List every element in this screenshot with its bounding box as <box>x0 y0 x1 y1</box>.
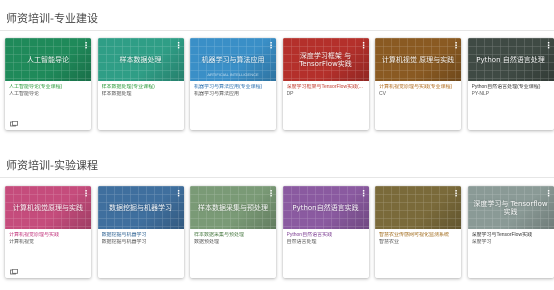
course-name[interactable]: Python自然语言处理(专业课程) <box>472 84 550 90</box>
course-subtitle: 机器学习与算法应用 <box>194 91 240 97</box>
thumbnail-title: 深度学习与 Tensorflow实践 <box>473 199 548 216</box>
course-card-body: 样本数据处理(专业课程) 样本数据处理 <box>98 81 184 118</box>
course-name[interactable]: 智慧农业传感网可视化监测系统 <box>379 232 457 238</box>
course-card-body: 机器学习与算法应用(专业课程) 机器学习与算法应用 <box>190 81 276 118</box>
course-card[interactable]: 计算机视觉 原理与实践 ⋮ 计算机视觉原理与实践(专业课程) CV <box>375 38 461 130</box>
course-thumbnail[interactable]: 深度学习与 Tensorflow实践 ⋮ <box>467 186 554 229</box>
course-card-body: 深度学习框架与TensorFlow实践(... DP <box>283 81 369 118</box>
course-name[interactable]: 数据挖掘与机器学习 <box>102 232 180 238</box>
course-card-body: 人工智能导论(专业课程) 人工智能导论 <box>5 81 91 118</box>
course-subtitle: CV <box>379 91 386 97</box>
course-name[interactable]: 深度学习与TensorFlow实践 <box>472 232 550 238</box>
course-name[interactable]: 样本数据采集与预处理 <box>194 232 272 238</box>
course-card[interactable]: Python自然语言实践 ⋮ Python自然语言实践 自然语言处理 <box>282 186 369 278</box>
course-card-body: Python自然语言处理(专业课程) PY-NLP <box>468 81 554 118</box>
course-thumbnail[interactable]: 数据挖掘与机器学习 ⋮ <box>97 186 184 229</box>
course-card[interactable]: 深度学习与 Tensorflow实践 ⋮ 深度学习与TensorFlow实践 深度学习 <box>467 186 554 278</box>
course-name[interactable]: 深度学习框架与TensorFlow实践(... <box>287 84 365 90</box>
course-subtitle: DP <box>286 91 294 97</box>
section-title-experiment: 师资培训-实验课程 <box>6 159 98 172</box>
course-subtitle: 样本数据处理 <box>101 91 132 97</box>
course-thumbnail[interactable]: 机器学习与算法应用 ARTIFICIAL INTELLIGENCE ⋮ <box>190 38 276 81</box>
course-card[interactable]: 计算机视觉原理与实践 ⋮ 计算机视觉原理与实践 计算机视觉 <box>5 186 91 278</box>
course-subtitle: 数据挖掘与机器学习 <box>101 239 147 245</box>
course-name[interactable]: Python自然语言实践 <box>287 232 365 238</box>
more-vert-icon[interactable]: ⋮ <box>267 189 275 199</box>
thumbnail-title: 样本数据采集与预处理 <box>198 203 268 212</box>
folder-icon[interactable] <box>10 121 18 127</box>
section-title-professional: 师资培训-专业建设 <box>6 12 98 25</box>
course-card[interactable]: 数据挖掘与机器学习 ⋮ 数据挖掘与机器学习 数据挖掘与机器学习 <box>97 186 184 278</box>
thumbnail-title: Python 自然语言处理 <box>476 55 545 64</box>
more-vert-icon[interactable]: ⋮ <box>545 41 553 51</box>
course-name[interactable]: 人工智能导论(专业课程) <box>9 84 87 90</box>
course-subtitle: PY-NLP <box>471 91 490 97</box>
course-card-body: 数据挖掘与机器学习 数据挖掘与机器学习 <box>98 229 184 266</box>
course-thumbnail[interactable]: 样本数据处理 ⋮ <box>97 38 184 81</box>
thumbnail-title: 人工智能导论 <box>27 55 69 64</box>
course-name[interactable]: 计算机视觉原理与实践 <box>9 232 87 238</box>
course-card[interactable]: ⋮ 智慧农业传感网可视化监测系统 智慧农业 <box>375 186 461 278</box>
thumbnail-title: 样本数据处理 <box>119 55 162 64</box>
course-subtitle: 数据预处理 <box>194 239 220 245</box>
more-vert-icon[interactable]: ⋮ <box>545 189 553 199</box>
course-thumbnail[interactable]: 计算机视觉 原理与实践 ⋮ <box>375 38 461 81</box>
course-name[interactable]: 样本数据处理(专业课程) <box>102 84 180 90</box>
more-vert-icon[interactable]: ⋮ <box>452 189 460 199</box>
course-subtitle: 人工智能导论 <box>9 91 40 97</box>
course-card-body: Python自然语言实践 自然语言处理 <box>283 229 369 266</box>
more-vert-icon[interactable]: ⋮ <box>82 41 90 51</box>
course-card-body: 样本数据采集与预处理 数据预处理 <box>190 229 276 266</box>
course-thumbnail[interactable]: 样本数据采集与预处理 ⋮ <box>190 186 276 229</box>
course-subtitle: 计算机视觉 <box>9 239 35 245</box>
thumbnail-pattern <box>375 186 461 229</box>
experiment-course-grid: 计算机视觉原理与实践 ⋮ 计算机视觉原理与实践 计算机视觉 数据挖掘与机器学习 ⋮ 数据挖掘… <box>5 186 554 284</box>
course-card-body: 智慧农业传感网可视化监测系统 智慧农业 <box>375 229 461 266</box>
more-vert-icon[interactable]: ⋮ <box>360 189 368 199</box>
course-card[interactable]: 人工智能导论 ⋮ 人工智能导论(专业课程) 人工智能导论 <box>5 38 91 130</box>
course-card[interactable]: Python 自然语言处理 ⋮ Python自然语言处理(专业课程) PY-NLP <box>467 38 554 130</box>
more-vert-icon[interactable]: ⋮ <box>82 189 90 199</box>
course-subtitle: 智慧农业 <box>379 239 400 245</box>
course-subtitle: 自然语言处理 <box>286 239 317 245</box>
professional-course-grid: 人工智能导论 ⋮ 人工智能导论(专业课程) 人工智能导论 样本数据处理 ⋮ 样本数据处理(专… <box>5 38 554 136</box>
thumbnail-title: 数据挖掘与机器学习 <box>109 203 172 212</box>
course-card[interactable]: 样本数据采集与预处理 ⋮ 样本数据采集与预处理 数据预处理 <box>190 186 276 278</box>
thumbnail-subtitle: ARTIFICIAL INTELLIGENCE <box>207 72 259 77</box>
more-vert-icon[interactable]: ⋮ <box>175 189 183 199</box>
more-vert-icon[interactable]: ⋮ <box>452 41 460 51</box>
course-card-body: 计算机视觉原理与实践(专业课程) CV <box>375 81 461 118</box>
course-thumbnail[interactable]: 计算机视觉原理与实践 ⋮ <box>5 186 91 229</box>
course-thumbnail[interactable]: 深度学习框架 与TensorFlow实践 ⋮ <box>282 38 369 81</box>
thumbnail-title: 计算机视觉原理与实践 <box>13 203 83 212</box>
thumbnail-title: 机器学习与算法应用 <box>201 55 265 64</box>
course-name[interactable]: 计算机视觉原理与实践(专业课程) <box>379 84 457 90</box>
course-card[interactable]: 机器学习与算法应用 ARTIFICIAL INTELLIGENCE ⋮ 机器学习与算法… <box>190 38 276 130</box>
more-vert-icon[interactable]: ⋮ <box>175 41 183 51</box>
section-divider <box>0 177 554 178</box>
section-divider <box>0 30 554 31</box>
course-card-body: 计算机视觉原理与实践 计算机视觉 <box>5 229 91 266</box>
more-vert-icon[interactable]: ⋮ <box>267 41 275 51</box>
course-thumbnail[interactable]: 人工智能导论 ⋮ <box>5 38 91 81</box>
course-thumbnail[interactable]: Python 自然语言处理 ⋮ <box>467 38 554 81</box>
thumbnail-title: Python自然语言实践 <box>292 203 359 212</box>
more-vert-icon[interactable]: ⋮ <box>360 41 368 51</box>
course-card-body: 深度学习与TensorFlow实践 深度学习 <box>468 229 554 266</box>
course-name[interactable]: 机器学习与算法应用(专业课程) <box>194 84 272 90</box>
thumbnail-title: 计算机视觉 原理与实践 <box>381 55 455 64</box>
course-subtitle: 深度学习 <box>471 239 492 245</box>
course-card[interactable]: 深度学习框架 与TensorFlow实践 ⋮ 深度学习框架与TensorFlow实践… <box>282 38 369 130</box>
course-thumbnail[interactable]: Python自然语言实践 ⋮ <box>282 186 369 229</box>
thumbnail-title: 深度学习框架 与TensorFlow实践 <box>299 51 352 68</box>
course-card[interactable]: 样本数据处理 ⋮ 样本数据处理(专业课程) 样本数据处理 <box>97 38 184 130</box>
course-thumbnail[interactable]: ⋮ <box>375 186 461 229</box>
folder-icon[interactable] <box>10 269 18 275</box>
